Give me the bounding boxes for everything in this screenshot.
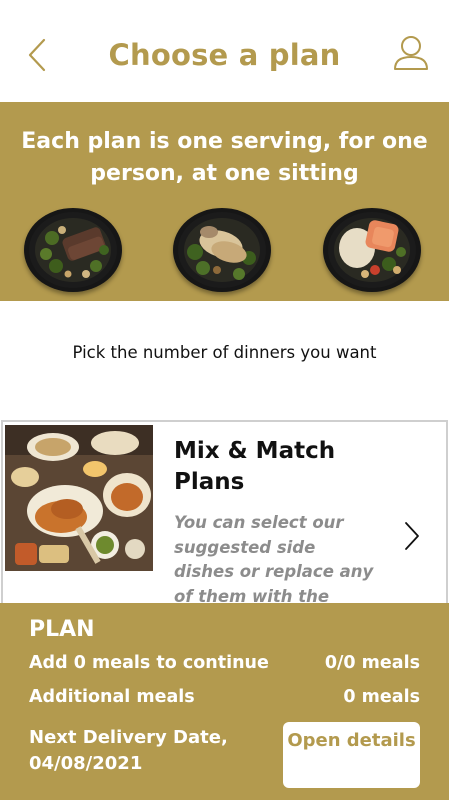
banner-text: Each plan is one serving, for one person… [21,129,428,186]
additional-meals-label: Additional meals [29,687,195,707]
pick-dinners-prompt: Pick the number of dinners you want [72,343,377,362]
additional-meals-count: 0 meals [343,687,420,707]
open-plan-button[interactable] [401,519,423,553]
page-title: Choose a plan [108,38,341,72]
profile-button[interactable] [392,34,430,74]
plan-description: You can select our suggested side dishes… [174,513,374,606]
plan-photo [5,425,153,571]
plan-info-banner: Each plan is one serving, for one person… [0,102,449,301]
open-details-button[interactable]: Open details [283,722,420,788]
dish-image-chicken [173,208,271,292]
plan-summary-panel: PLAN Add 0 meals to continue 0/0 meals A… [0,603,449,800]
plan-heading: PLAN [29,617,95,642]
user-icon [394,36,428,70]
dish-image-salmon [323,208,421,292]
chevron-right-icon [405,522,419,550]
meal-count: 0/0 meals [324,653,420,673]
plan-title: Mix & Match Plans [174,438,336,495]
next-delivery-date: Next Delivery Date, 04/08/2021 [29,727,228,774]
add-meals-text: Add 0 meals to continue [29,653,269,673]
top-bar: Choose a plan [0,0,449,102]
dish-image-steak [24,208,122,292]
mix-match-plan-card[interactable]: Mix & Match Plans You can select our sug… [1,420,448,620]
